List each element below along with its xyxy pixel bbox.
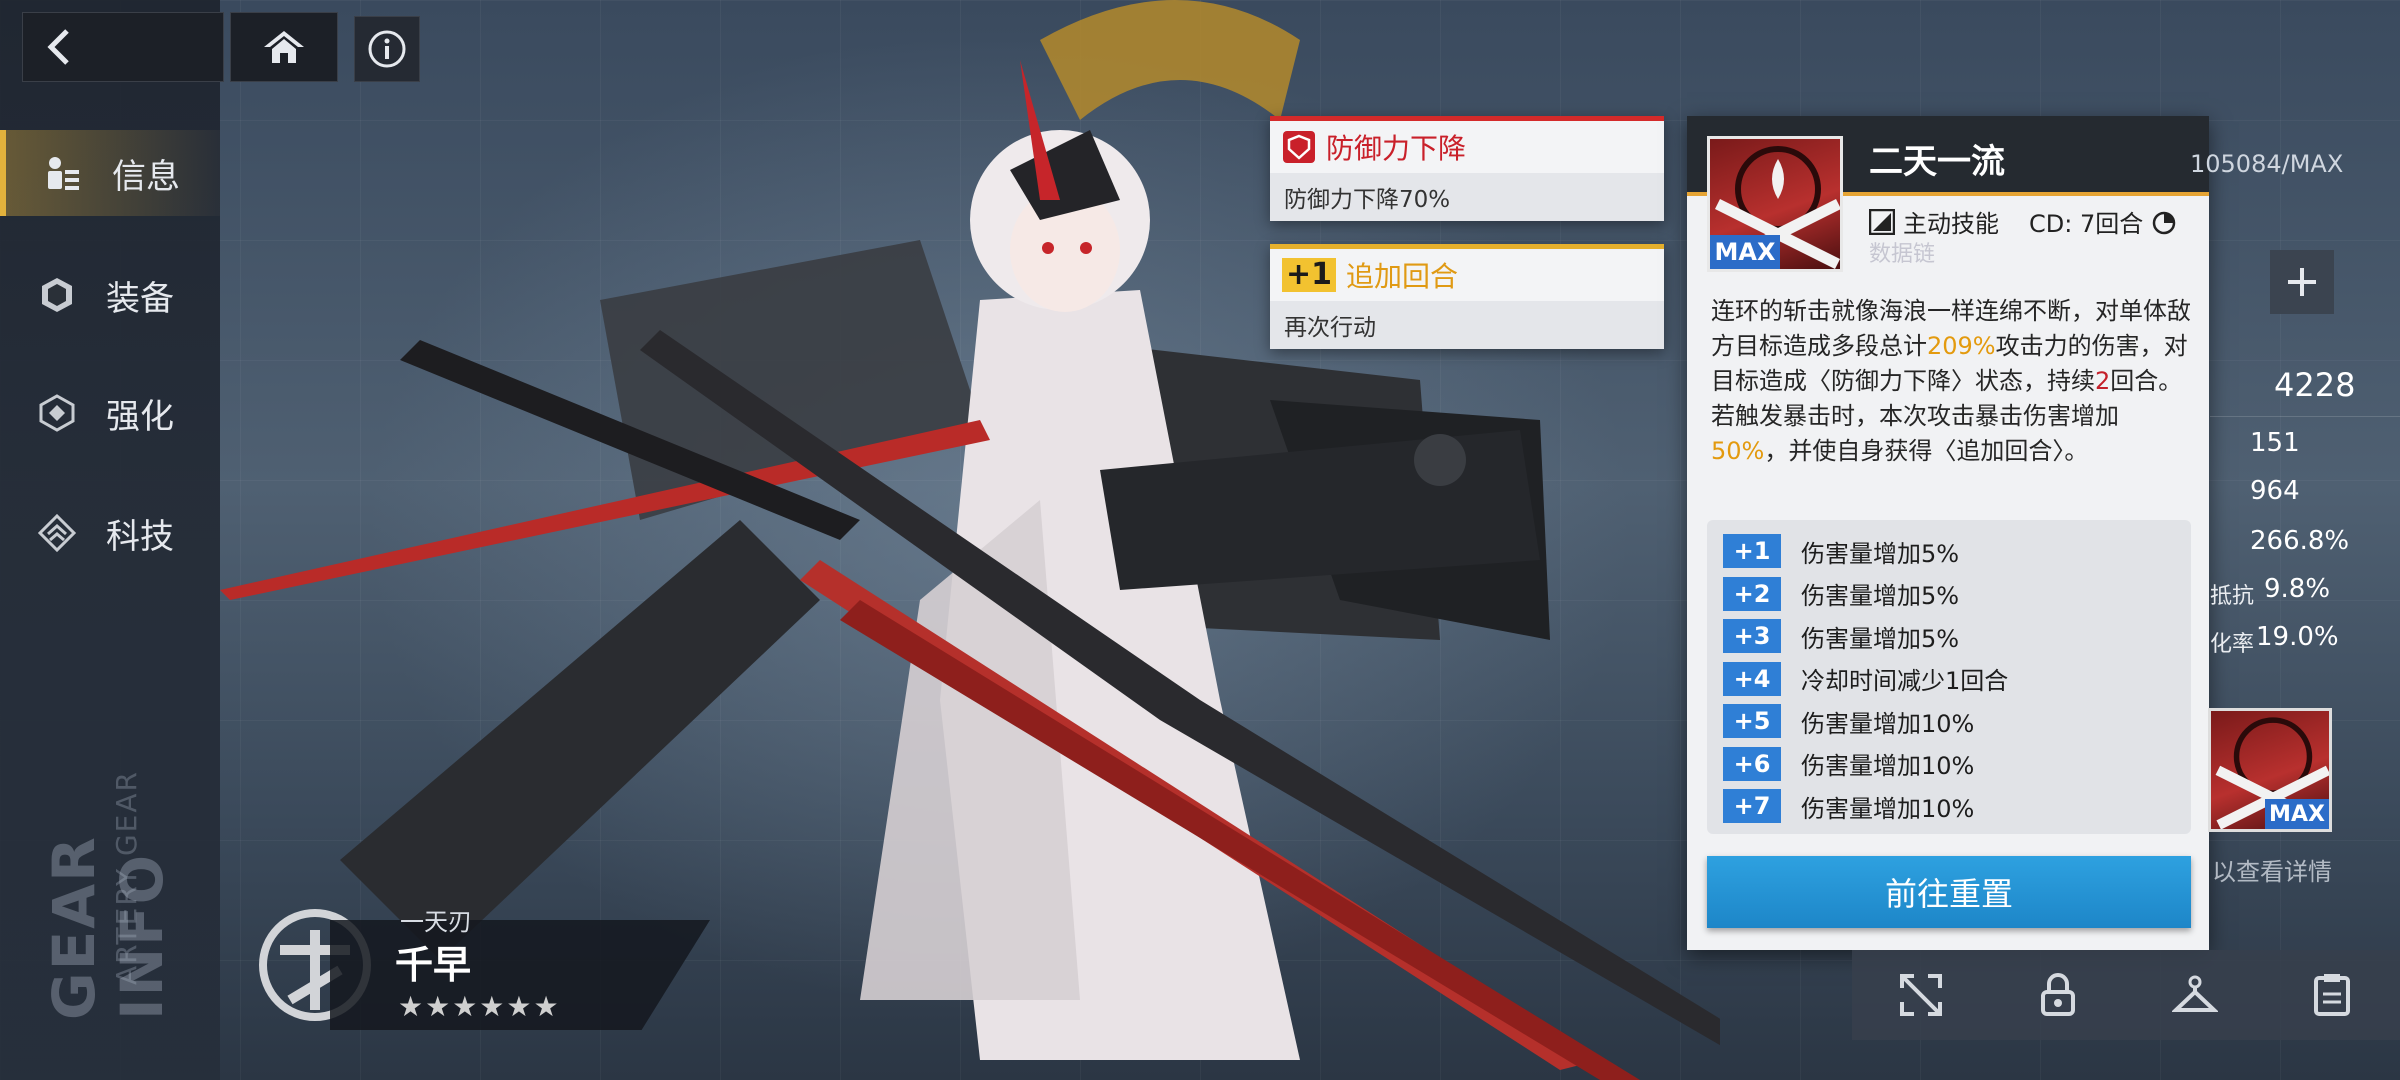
skill-upgrade-list: +1 伤害量增加5% +2 伤害量增加5% +3 伤害量增加5% +4 冷却时间减少1回…	[1707, 520, 2191, 834]
nav-item-enhance[interactable]: 强化	[0, 370, 220, 456]
nav-item-label: 科技	[106, 516, 174, 557]
lock-icon	[2040, 973, 2075, 1016]
shield-down-icon	[1283, 131, 1315, 163]
skill-name: 二天一流	[1869, 142, 2005, 182]
active-skill-icon	[1869, 208, 1895, 235]
info-icon	[368, 30, 406, 68]
fullscreen-button[interactable]	[1893, 967, 1949, 1023]
detail-hint: 以查看详情	[2212, 858, 2332, 886]
status-desc: 防御力下降70%	[1270, 173, 1664, 221]
status-header: +1 追加回合	[1270, 249, 1664, 301]
status-title: 防御力下降	[1326, 132, 1467, 165]
nav-item-label: 装备	[106, 278, 174, 319]
status-desc: 再次行动	[1270, 301, 1664, 349]
upgrade-row: +4 冷却时间减少1回合	[1723, 658, 2191, 701]
nav-item-info[interactable]: 信息	[0, 130, 220, 216]
upgrade-badge: +5	[1723, 704, 1781, 739]
timer-icon	[2152, 211, 2176, 234]
stat-value: 19.0%	[2256, 622, 2339, 652]
skill-max-tag: MAX	[2265, 799, 2329, 829]
left-sidebar: 信息 装备 强化 科技 GEAR INFO ARTERY GEAR	[0, 0, 220, 1080]
clipboard-icon	[2313, 974, 2350, 1016]
upgrade-text: 伤害量增加10%	[1801, 794, 1975, 823]
stat-value: 964	[2250, 476, 2300, 506]
equipped-skill-thumbnail[interactable]: MAX	[2208, 708, 2332, 832]
watermark-subtitle: ARTERY GEAR	[110, 770, 143, 986]
upgrade-row: +3 伤害量增加5%	[1723, 615, 2191, 658]
upgrade-text: 伤害量增加5%	[1801, 582, 1960, 611]
upgrade-text: 伤害量增加10%	[1801, 709, 1975, 738]
extra-turn-badge: +1	[1282, 258, 1337, 292]
nav-item-label: 信息	[112, 156, 180, 197]
stat-value: 9.8%	[2264, 574, 2331, 604]
skill-faded-label: 数据链	[1869, 242, 1936, 267]
info-button[interactable]	[354, 16, 420, 82]
chevron-left-icon	[47, 29, 69, 65]
upgrade-text: 伤害量增加5%	[1801, 539, 1960, 568]
expand-button[interactable]	[2270, 250, 2334, 314]
stat-value: 151	[2250, 428, 2300, 458]
character-nameplate: 一天刃 千早 ★★★★★★	[250, 890, 720, 1040]
status-title: 追加回合	[1346, 260, 1459, 293]
stat-label: 抵抗	[2210, 584, 2255, 609]
hanger-icon	[2171, 975, 2218, 1012]
enhance-icon	[39, 394, 75, 432]
gear-info-watermark: GEAR INFO ARTERY GEAR	[40, 740, 176, 1020]
lock-button[interactable]	[2030, 967, 2086, 1023]
armor-icon	[42, 278, 72, 312]
stat-value: 266.8%	[2250, 526, 2350, 556]
desc-value-duration: 2	[2095, 367, 2111, 395]
upgrade-badge: +6	[1723, 746, 1781, 781]
nav-item-label: 强化	[106, 396, 174, 437]
expand-arrows-icon	[1899, 974, 1942, 1016]
upgrade-row: +2 伤害量增加5%	[1723, 573, 2191, 616]
plus-icon	[2288, 268, 2316, 296]
person-info-icon	[48, 157, 79, 190]
skill-cooldown: CD: 7回合	[2029, 210, 2144, 238]
go-reset-button[interactable]: 前往重置	[1707, 856, 2191, 928]
upgrade-row: +5 伤害量增加10%	[1723, 700, 2191, 743]
desc-text-4: ，并使自身获得〈追加回合〉。	[1764, 437, 2089, 465]
exp-readout: 105084/MAX	[2190, 150, 2344, 178]
tech-icon	[38, 514, 76, 552]
skill-type: 主动技能	[1903, 210, 1999, 238]
skill-type-row: 主动技能 CD: 7回合	[1869, 204, 2177, 239]
upgrade-badge: +3	[1723, 619, 1781, 654]
status-defense-down: 防御力下降 防御力下降70%	[1270, 116, 1664, 221]
skill-icon: MAX	[1707, 136, 1843, 272]
desc-value-damage: 209%	[1927, 332, 1996, 360]
skill-max-tag: MAX	[1710, 235, 1780, 269]
bottom-action-bar	[1852, 950, 2400, 1040]
back-button[interactable]	[22, 12, 224, 82]
upgrade-text: 冷却时间减少1回合	[1801, 667, 2009, 696]
upgrade-text: 伤害量增加5%	[1801, 624, 1960, 653]
upgrade-badge: +4	[1723, 661, 1781, 696]
outfit-button[interactable]	[2167, 967, 2223, 1023]
nav-item-equipment[interactable]: 装备	[0, 252, 220, 338]
skill-description: 连环的斩击就像海浪一样连绵不断，对单体敌方目标造成多段总计209%攻击力的伤害，…	[1711, 294, 2191, 469]
character-subtitle: 一天刃	[400, 908, 472, 936]
star-rating: ★★★★★★	[398, 990, 561, 1023]
status-extra-turn: +1 追加回合 再次行动	[1270, 244, 1664, 349]
profile-button[interactable]	[2304, 967, 2360, 1023]
upgrade-badge: +7	[1723, 789, 1781, 824]
combat-power: 4228	[2274, 366, 2356, 404]
stat-divider	[2210, 416, 2400, 417]
upgrade-badge: +1	[1723, 534, 1781, 569]
upgrade-row: +7 伤害量增加10%	[1723, 785, 2191, 828]
home-icon	[264, 31, 304, 63]
watermark-title: GEAR INFO	[40, 835, 176, 1020]
stat-label: 化率	[2210, 632, 2255, 657]
nav-item-tech[interactable]: 科技	[0, 490, 220, 576]
character-name: 千早	[395, 943, 472, 987]
upgrade-row: +6 伤害量增加10%	[1723, 743, 2191, 786]
desc-value-crit: 50%	[1711, 437, 1765, 465]
upgrade-text: 伤害量增加10%	[1801, 752, 1975, 781]
upgrade-row: +1 伤害量增加5%	[1723, 530, 2191, 573]
skill-detail-popup: 二天一流 MAX 主动技能 CD: 7回合 数据链 连环的斩击就像海浪一样连绵不…	[1687, 116, 2209, 950]
status-header: 防御力下降	[1270, 121, 1664, 173]
upgrade-badge: +2	[1723, 576, 1781, 611]
home-button[interactable]	[230, 12, 338, 82]
